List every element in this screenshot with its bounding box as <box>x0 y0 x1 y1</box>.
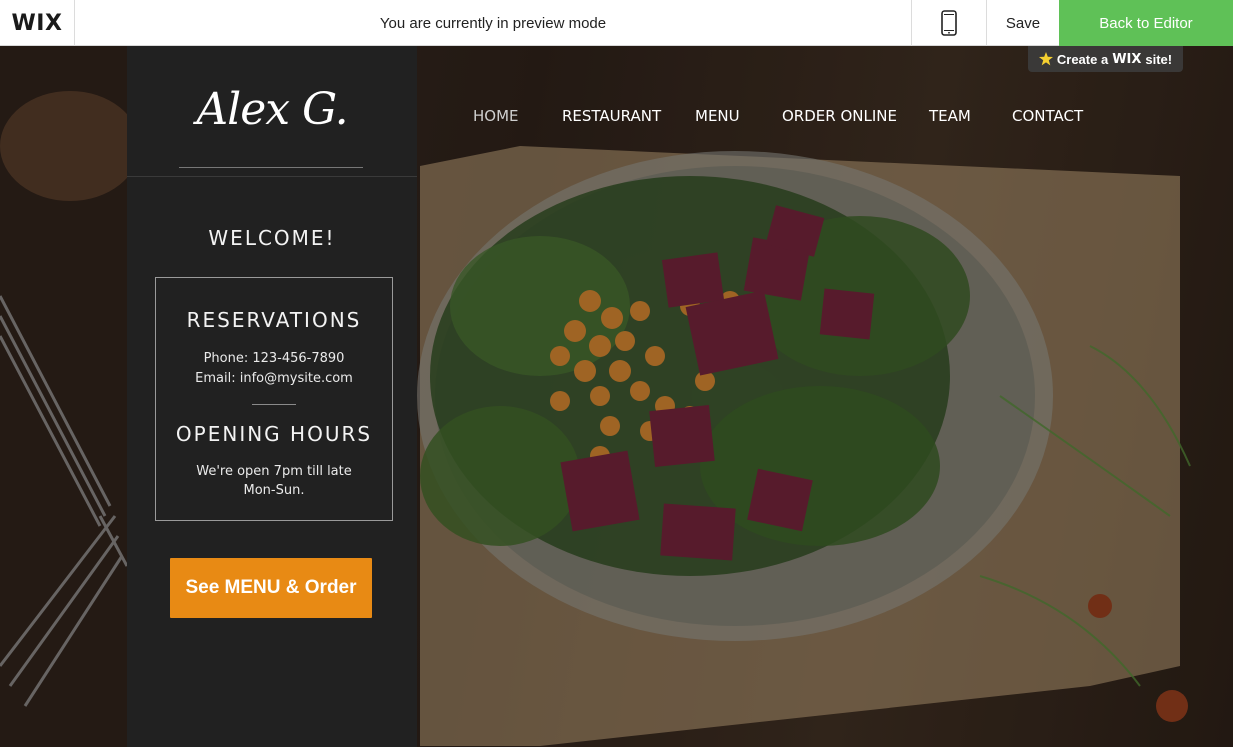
panel-divider <box>127 176 417 177</box>
back-to-editor-button[interactable]: Back to Editor <box>1059 0 1233 46</box>
preview-mode-message: You are currently in preview mode <box>379 14 607 32</box>
nav-item-team[interactable]: TEAM <box>929 107 971 125</box>
nav-item-restaurant[interactable]: RESTAURANT <box>562 107 661 125</box>
opening-hours-heading: OPENING HOURS <box>175 422 373 446</box>
reservations-email: Email: info@mysite.com <box>195 371 353 386</box>
mobile-view-button[interactable] <box>911 0 987 46</box>
nav-item-menu[interactable]: MENU <box>695 107 740 125</box>
reservations-phone: Phone: 123-456-7890 <box>203 351 345 366</box>
hours-line-2: Mon-Sun. <box>243 483 305 498</box>
signature-divider <box>179 167 363 168</box>
create-wix-site-badge[interactable]: Create a WIX site! <box>1028 46 1183 72</box>
info-side-panel: Alex G. WELCOME! RESERVATIONS Phone: 123… <box>127 46 417 747</box>
box-divider <box>252 404 296 405</box>
create-label: Create a <box>1056 51 1109 67</box>
wix-logo-text: WIX <box>11 10 63 36</box>
welcome-heading: WELCOME! <box>208 226 336 250</box>
site-logo-signature[interactable]: Alex G. <box>127 84 417 135</box>
wix-brand-text: WIX <box>1112 51 1142 67</box>
hours-line-1: We're open 7pm till late <box>196 464 352 479</box>
wix-logo[interactable]: WIX <box>0 0 75 46</box>
site-label: site! <box>1145 51 1173 67</box>
star-icon <box>1038 52 1053 66</box>
reservations-heading: RESERVATIONS <box>186 308 362 332</box>
nav-item-order-online[interactable]: ORDER ONLINE <box>782 107 897 125</box>
mobile-phone-icon <box>941 10 957 36</box>
preview-topbar: WIX You are currently in preview mode Sa… <box>0 0 1233 46</box>
save-button[interactable]: Save <box>987 0 1059 46</box>
nav-item-home[interactable]: HOME <box>473 107 519 125</box>
nav-item-contact[interactable]: CONTACT <box>1012 107 1083 125</box>
info-box: RESERVATIONS Phone: 123-456-7890 Email: … <box>155 277 393 521</box>
see-menu-order-button[interactable]: See MENU & Order <box>170 558 372 618</box>
